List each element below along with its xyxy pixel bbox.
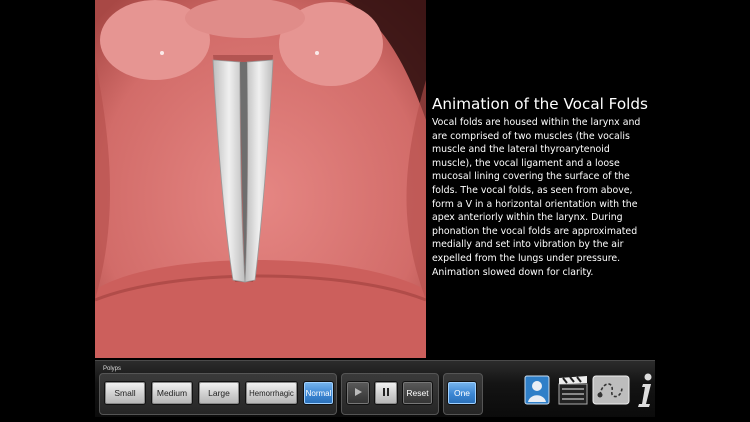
play-button[interactable] (346, 381, 370, 405)
info-panel: Animation of the Vocal Folds Vocal folds… (432, 94, 648, 279)
info-icon (634, 373, 656, 412)
portrait-icon (524, 375, 550, 409)
portrait-button[interactable] (524, 375, 550, 409)
info-button[interactable] (634, 372, 656, 412)
path-button[interactable] (592, 375, 630, 409)
play-icon (353, 387, 363, 399)
larynx-illustration (95, 0, 426, 358)
vocal-folds-animation-view (95, 0, 426, 358)
clapperboard-icon (557, 376, 589, 410)
playback-panel: Reset (341, 373, 439, 415)
pause-icon (381, 387, 391, 399)
pause-button[interactable] (374, 381, 398, 405)
polyp-small-button[interactable]: Small (104, 381, 146, 405)
polyp-normal-button[interactable]: Normal (303, 381, 334, 405)
clapperboard-button[interactable] (557, 374, 589, 410)
polyp-medium-button[interactable]: Medium (151, 381, 193, 405)
path-icon (592, 375, 630, 409)
mode-panel: One (443, 373, 483, 415)
polyp-hemorrhagic-button[interactable]: Hemorrhagic (245, 381, 298, 405)
one-button[interactable]: One (447, 381, 477, 405)
polyps-group-label: Polyps (103, 366, 122, 372)
polyps-panel: Small Medium Large Hemorrhagic Normal (99, 373, 337, 415)
polyp-large-button[interactable]: Large (198, 381, 240, 405)
description-text: Vocal folds are housed within the larynx… (432, 117, 641, 278)
page-title: Animation of the Vocal Folds (432, 95, 648, 113)
reset-button[interactable]: Reset (402, 381, 433, 405)
